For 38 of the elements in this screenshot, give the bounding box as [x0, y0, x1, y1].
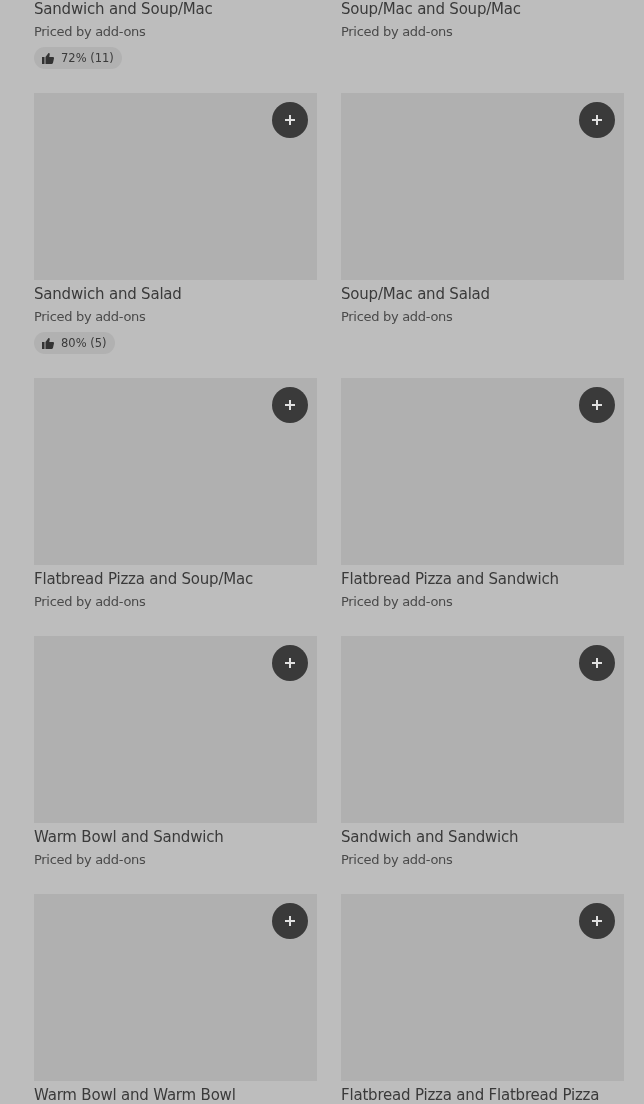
item-title: Flatbread Pizza and Soup/Mac	[34, 569, 254, 589]
item-price-note: Priced by add-ons	[341, 308, 453, 326]
item-title: Soup/Mac and Salad	[341, 284, 490, 304]
plus-icon	[284, 915, 296, 927]
add-button[interactable]	[579, 903, 615, 939]
item-price-note: Priced by add-ons	[34, 593, 146, 611]
add-button[interactable]	[272, 903, 308, 939]
add-button[interactable]	[272, 102, 308, 138]
plus-icon	[591, 915, 603, 927]
add-button[interactable]	[272, 387, 308, 423]
plus-icon	[591, 399, 603, 411]
plus-icon	[284, 657, 296, 669]
item-price-note: Priced by add-ons	[34, 851, 146, 869]
add-button[interactable]	[272, 645, 308, 681]
item-price-note: Priced by add-ons	[34, 23, 146, 41]
item-price-note: Priced by add-ons	[341, 23, 453, 41]
plus-icon	[591, 657, 603, 669]
item-title: Sandwich and Soup/Mac	[34, 0, 213, 19]
item-title: Sandwich and Salad	[34, 284, 182, 304]
plus-icon	[284, 114, 296, 126]
item-price-note: Priced by add-ons	[34, 308, 146, 326]
item-title: Flatbread Pizza and Sandwich	[341, 569, 559, 589]
thumbs-up-icon	[42, 52, 54, 64]
item-title: Warm Bowl and Warm Bowl	[34, 1085, 236, 1104]
rating-text: 80% (5)	[61, 336, 107, 350]
plus-icon	[284, 399, 296, 411]
plus-icon	[591, 114, 603, 126]
rating-text: 72% (11)	[61, 51, 114, 65]
item-title: Flatbread Pizza and Flatbread Pizza	[341, 1085, 600, 1104]
add-button[interactable]	[579, 102, 615, 138]
add-button[interactable]	[579, 645, 615, 681]
item-title: Sandwich and Sandwich	[341, 827, 519, 847]
item-price-note: Priced by add-ons	[341, 851, 453, 869]
item-title: Warm Bowl and Sandwich	[34, 827, 224, 847]
item-price-note: Priced by add-ons	[341, 593, 453, 611]
add-button[interactable]	[579, 387, 615, 423]
item-title: Soup/Mac and Soup/Mac	[341, 0, 521, 19]
thumbs-up-icon	[42, 337, 54, 349]
